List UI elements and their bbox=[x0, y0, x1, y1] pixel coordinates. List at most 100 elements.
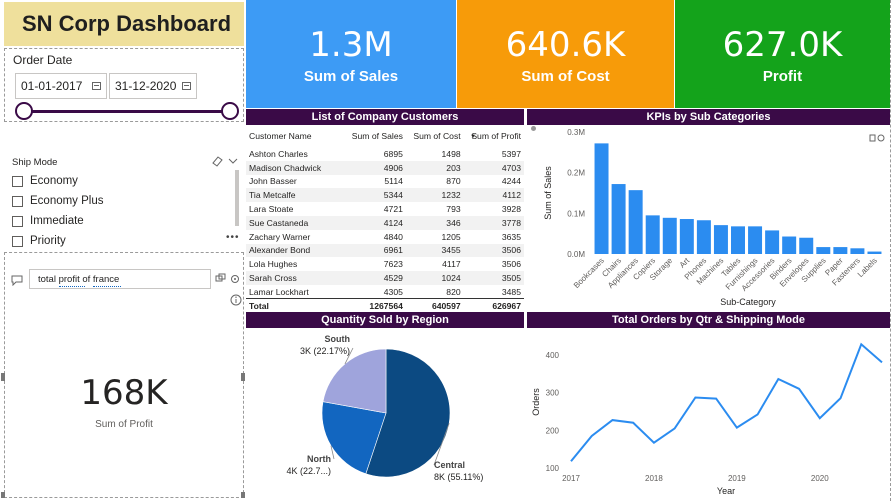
bar[interactable] bbox=[662, 217, 677, 254]
kpi-label: Profit bbox=[762, 67, 803, 85]
subcategory-bar-chart[interactable]: KPIs by Sub Categories 0.0M 0.1M 0.2M 0.3M S… bbox=[527, 109, 890, 311]
table-cell: 3506 bbox=[463, 243, 524, 258]
pie-chart-canvas[interactable]: Central 8K (55.11%) North 4K (22.7...) South… bbox=[246, 328, 524, 500]
table-row[interactable]: Lara Stoate 4721 793 3928 bbox=[246, 202, 524, 216]
table-cell: Sarah Cross bbox=[246, 271, 344, 285]
bar[interactable] bbox=[696, 220, 711, 254]
date-range-track[interactable] bbox=[23, 110, 231, 113]
table-cell: 203 bbox=[405, 160, 464, 175]
table-row[interactable]: Ashton Charles 6895 1498 5397 bbox=[246, 147, 524, 161]
table-cell: 3778 bbox=[463, 215, 524, 230]
y-axis-title: Orders bbox=[531, 388, 541, 416]
page-edge-right bbox=[890, 0, 891, 501]
resize-handle[interactable] bbox=[1, 373, 5, 381]
ship-mode-option[interactable]: Immediate bbox=[12, 211, 104, 231]
table-cell: Madison Chadwick bbox=[246, 160, 344, 175]
bar[interactable] bbox=[713, 225, 728, 254]
bar[interactable] bbox=[816, 247, 831, 254]
start-date-input[interactable]: 01-01-2017 bbox=[15, 73, 107, 99]
line-chart-canvas[interactable]: 100 200 300 400 Orders 2017 2018 2019 2020 Year bbox=[527, 328, 890, 500]
calendar-icon[interactable] bbox=[182, 82, 191, 90]
checkbox[interactable] bbox=[12, 175, 23, 187]
visual-options-icons[interactable] bbox=[869, 133, 885, 143]
bar[interactable] bbox=[645, 215, 660, 254]
ship-mode-slicer[interactable]: Ship Mode Economy Economy Plus Immediate… bbox=[4, 152, 244, 248]
bar[interactable] bbox=[611, 184, 626, 254]
table-row[interactable]: Tia Metcalfe 5344 1232 4112 bbox=[246, 188, 524, 203]
resize-handle[interactable] bbox=[241, 373, 245, 381]
region-pie-chart[interactable]: Quantity Sold by Region Central 8K (55.11… bbox=[246, 312, 524, 500]
table-row[interactable]: Sue Castaneda 4124 346 3778 bbox=[246, 215, 524, 230]
bar[interactable] bbox=[850, 248, 865, 254]
kpi-card-cost[interactable]: 640.6K Sum of Cost bbox=[457, 0, 674, 108]
table-row[interactable]: Lola Hughes 7623 4117 3506 bbox=[246, 257, 524, 271]
resize-handle[interactable] bbox=[241, 492, 245, 498]
calendar-icon[interactable] bbox=[92, 82, 101, 90]
bar[interactable] bbox=[748, 226, 763, 254]
slicer-scrollbar[interactable] bbox=[235, 170, 239, 226]
bar[interactable] bbox=[799, 237, 814, 254]
bar-chart-canvas[interactable]: 0.0M0.1M0.2M0.3MSum of SalesBookcasesCha… bbox=[527, 125, 890, 311]
eraser-icon[interactable] bbox=[211, 155, 239, 167]
slice-label-name: Central bbox=[434, 460, 465, 470]
table-row[interactable]: Alexander Bond 6961 3455 3506 bbox=[246, 243, 524, 258]
bar[interactable] bbox=[833, 247, 848, 254]
ship-mode-option[interactable]: Economy Plus bbox=[12, 191, 104, 211]
bar[interactable] bbox=[594, 143, 609, 254]
bar[interactable] bbox=[628, 190, 643, 254]
dashboard-title: SN Corp Dashboard bbox=[22, 11, 232, 36]
column-header[interactable]: Sum of Sales bbox=[344, 125, 406, 147]
table-cell: 5114 bbox=[384, 176, 403, 187]
table-cell: 5344 bbox=[344, 188, 406, 203]
column-header[interactable]: Customer Name bbox=[246, 125, 344, 147]
range-end-handle[interactable] bbox=[221, 102, 239, 120]
table-cell: 3506 bbox=[501, 259, 521, 270]
ship-mode-option[interactable]: Priority bbox=[12, 231, 104, 251]
bar[interactable] bbox=[731, 226, 745, 254]
term-underline-france bbox=[93, 286, 121, 287]
range-start-handle[interactable] bbox=[15, 102, 33, 120]
start-date-value: 01-01-2017 bbox=[21, 79, 83, 93]
bar[interactable] bbox=[867, 251, 882, 254]
checkbox[interactable] bbox=[12, 235, 23, 247]
bar[interactable] bbox=[782, 236, 797, 254]
bar[interactable] bbox=[679, 219, 694, 254]
end-date-input[interactable]: 31-12-2020 bbox=[109, 73, 197, 99]
resize-handle[interactable] bbox=[1, 492, 5, 498]
column-header[interactable]: Sum of Cost bbox=[406, 125, 464, 147]
info-icon[interactable] bbox=[230, 294, 242, 306]
customers-table[interactable]: Customer Name Sum of Sales Sum of Cost S… bbox=[246, 125, 524, 313]
pie-slice[interactable] bbox=[322, 348, 387, 414]
slicer-title: Order Date bbox=[13, 53, 73, 67]
order-date-slicer[interactable]: Order Date 01-01-2017 31-12-2020 bbox=[4, 48, 244, 122]
customers-table-visual[interactable]: List of Company Customers Customer Name … bbox=[246, 109, 536, 313]
table-cell: Zachary Warner bbox=[249, 231, 311, 242]
table-cell: 4112 bbox=[463, 188, 524, 203]
table-row[interactable]: John Basser 5114 870 4244 bbox=[246, 175, 524, 189]
visual-header: Quantity Sold by Region bbox=[246, 312, 524, 328]
kpi-card-profit[interactable]: 627.0K Profit bbox=[675, 0, 890, 108]
more-options-icon[interactable]: ••• bbox=[226, 232, 240, 243]
orders-line-chart[interactable]: Total Orders by Qtr & Shipping Mode 100 2… bbox=[527, 312, 890, 500]
qa-settings-icons[interactable] bbox=[215, 273, 241, 285]
x-tick-label: 2018 bbox=[645, 474, 663, 483]
checkbox[interactable] bbox=[12, 215, 23, 227]
table-cell: 346 bbox=[405, 215, 464, 230]
qa-visual[interactable]: total profit of france 168K Sum of Profi… bbox=[4, 252, 244, 498]
table-row[interactable]: Sarah Cross 4529 1024 3505 bbox=[246, 271, 524, 285]
table-cell: Tia Metcalfe bbox=[246, 188, 344, 203]
sort-descending-icon[interactable]: ▼ bbox=[470, 134, 476, 140]
kpi-card-sales[interactable]: 1.3M Sum of Sales bbox=[246, 0, 456, 108]
kpi-value: 640.6K bbox=[505, 24, 626, 65]
table-row[interactable]: Lamar Lockhart 4305 820 3485 bbox=[246, 285, 524, 299]
y-tick-label: 0.2M bbox=[567, 169, 585, 178]
end-date-value: 31-12-2020 bbox=[115, 79, 177, 93]
x-tick-label: 2017 bbox=[562, 474, 580, 483]
bar[interactable] bbox=[765, 230, 780, 254]
checkbox[interactable] bbox=[12, 195, 23, 207]
table-cell: 4124 bbox=[344, 215, 406, 230]
ship-mode-option[interactable]: Economy bbox=[12, 171, 104, 191]
divider bbox=[524, 109, 526, 311]
table-row[interactable]: Madison Chadwick 4906 203 4703 bbox=[246, 160, 524, 175]
table-row[interactable]: Zachary Warner 4840 1205 3635 bbox=[246, 230, 524, 244]
